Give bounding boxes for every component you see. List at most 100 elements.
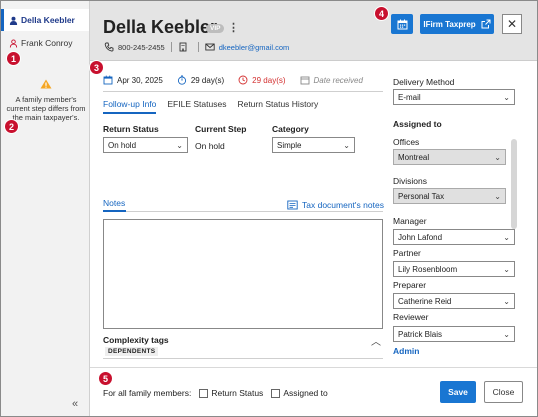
manager-label: Manager [393, 216, 427, 226]
calendar-outline-icon [300, 76, 309, 85]
overdue-days: 29 day(s) [238, 75, 286, 85]
annotation-badge: 2 [4, 119, 19, 134]
date-received[interactable]: Date received [300, 75, 363, 85]
tab-efile-statuses[interactable]: EFILE Statuses [167, 99, 226, 114]
chevron-down-icon: ⌄ [503, 297, 510, 306]
apply-to-family-row: For all family members: Return Status As… [103, 388, 328, 398]
delivery-method-select[interactable]: E-mail ⌄ [393, 89, 515, 105]
chevron-down-icon: ⌄ [494, 192, 501, 201]
tab-follow-up-info[interactable]: Follow-up Info [103, 99, 157, 114]
partner-value: Lily Rosenbloom [398, 264, 458, 274]
warning-icon [40, 79, 52, 89]
contact-row: 800-245-2455 dkeebler@gmail.com [104, 42, 289, 52]
email-link[interactable]: dkeebler@gmail.com [219, 43, 290, 52]
divisions-label: Divisions [393, 176, 428, 186]
tag-dependents: DEPENDENTS [105, 347, 159, 356]
due-date: Apr 30, 2025 [103, 75, 163, 85]
timer-icon [177, 75, 186, 85]
vip-badge: VIP [206, 24, 225, 33]
offices-value: Montreal [398, 152, 430, 162]
notes-textarea[interactable] [103, 219, 383, 329]
offices-label: Offices [393, 137, 420, 147]
manager-select[interactable]: John Lafond ⌄ [393, 229, 515, 245]
step-warning: A family member's current step differs f… [5, 79, 87, 122]
separator [170, 42, 172, 52]
annotation-badge: 3 [89, 60, 104, 75]
days-value: 29 day(s) [190, 75, 225, 85]
client-header: Della Keebler VIP ⋮ 800-245-2455 dkeeble… [90, 1, 537, 61]
close-button[interactable]: Close [484, 381, 523, 403]
calendar-icon [103, 75, 113, 85]
category-select[interactable]: Simple ⌄ [272, 137, 355, 153]
member-name: Della Keebler [21, 15, 75, 25]
phone-number: 800-245-2455 [118, 42, 165, 52]
close-icon[interactable]: ✕ [502, 14, 522, 34]
dates-row: Apr 30, 2025 29 day(s) 29 day(s) Date re… [103, 72, 383, 88]
separator [197, 42, 199, 52]
divider [103, 358, 383, 359]
partner-select[interactable]: Lily Rosenbloom ⌄ [393, 261, 515, 277]
preparer-label: Preparer [393, 280, 427, 290]
return-status-value: On hold [108, 140, 137, 150]
chevron-down-icon: ⌄ [503, 330, 510, 339]
chevron-down-icon: ⌄ [176, 141, 183, 150]
tab-notes[interactable]: Notes [103, 198, 125, 208]
member-name: Frank Conroy [21, 38, 73, 48]
annotation-badge: 4 [374, 6, 389, 21]
admin-label: Admin [393, 346, 420, 356]
assigned-to-checkbox[interactable] [271, 388, 281, 398]
collapse-panel-icon[interactable]: « [72, 398, 78, 410]
current-step-label: Current Step [195, 124, 247, 134]
return-status-label: Return Status [103, 124, 159, 134]
calendar-icon [397, 19, 407, 29]
annotation-badge: 1 [6, 51, 21, 66]
date-received-label: Date received [313, 75, 363, 85]
elapsed-days: 29 day(s) [177, 75, 224, 85]
member-della-keebler[interactable]: Della Keebler [1, 9, 89, 31]
more-options-icon[interactable]: ⋮ [228, 21, 239, 34]
tax-documents-notes-link[interactable]: Tax document's notes [287, 200, 384, 210]
phone-icon [104, 42, 114, 52]
clock-icon [238, 75, 248, 85]
ifirm-taxprep-button[interactable]: IFirm Taxprep [420, 14, 494, 34]
assigned-scrollbar[interactable] [511, 139, 517, 229]
reviewer-select[interactable]: Patrick Blais ⌄ [393, 326, 515, 342]
divisions-select[interactable]: Personal Tax ⌄ [393, 188, 506, 204]
client-name: Della Keebler [103, 17, 218, 37]
for-all-label: For all family members: [103, 388, 192, 398]
person-icon [9, 16, 18, 25]
delivery-method-value: E-mail [398, 92, 421, 102]
taxprep-label: IFirm Taxprep [423, 19, 476, 29]
delivery-method-label: Delivery Method [393, 77, 455, 87]
calendar-button[interactable] [391, 14, 413, 34]
tax-documents-notes-label: Tax document's notes [302, 200, 384, 210]
external-link-icon [481, 19, 491, 29]
active-tab-underline [103, 210, 126, 212]
assigned-to-heading: Assigned to [393, 119, 442, 129]
return-status-checkbox[interactable] [199, 388, 209, 398]
building-icon [179, 42, 187, 52]
return-status-select[interactable]: On hold ⌄ [103, 137, 188, 153]
tab-return-status-history[interactable]: Return Status History [237, 99, 318, 114]
manager-value: John Lafond [398, 232, 443, 242]
category-value: Simple [277, 140, 302, 150]
divider [103, 211, 383, 212]
days-value: 29 day(s) [252, 75, 286, 85]
current-step-value: On hold [195, 141, 225, 151]
chevron-up-icon[interactable]: ︿ [371, 333, 381, 348]
reviewer-label: Reviewer [393, 312, 429, 322]
date-value: Apr 30, 2025 [117, 75, 163, 85]
preparer-select[interactable]: Catherine Reid ⌄ [393, 293, 515, 309]
divisions-value: Personal Tax [398, 191, 445, 201]
offices-select[interactable]: Montreal ⌄ [393, 149, 506, 165]
chevron-down-icon: ⌄ [494, 153, 501, 162]
category-label: Category [272, 124, 309, 134]
reviewer-value: Patrick Blais [398, 329, 443, 339]
save-button[interactable]: Save [440, 381, 476, 403]
return-status-checkbox-label: Return Status [211, 388, 264, 398]
chevron-down-icon: ⌄ [503, 93, 510, 102]
chevron-down-icon: ⌄ [343, 141, 350, 150]
email-icon [205, 43, 215, 51]
preparer-value: Catherine Reid [398, 296, 452, 306]
chevron-down-icon: ⌄ [503, 233, 510, 242]
